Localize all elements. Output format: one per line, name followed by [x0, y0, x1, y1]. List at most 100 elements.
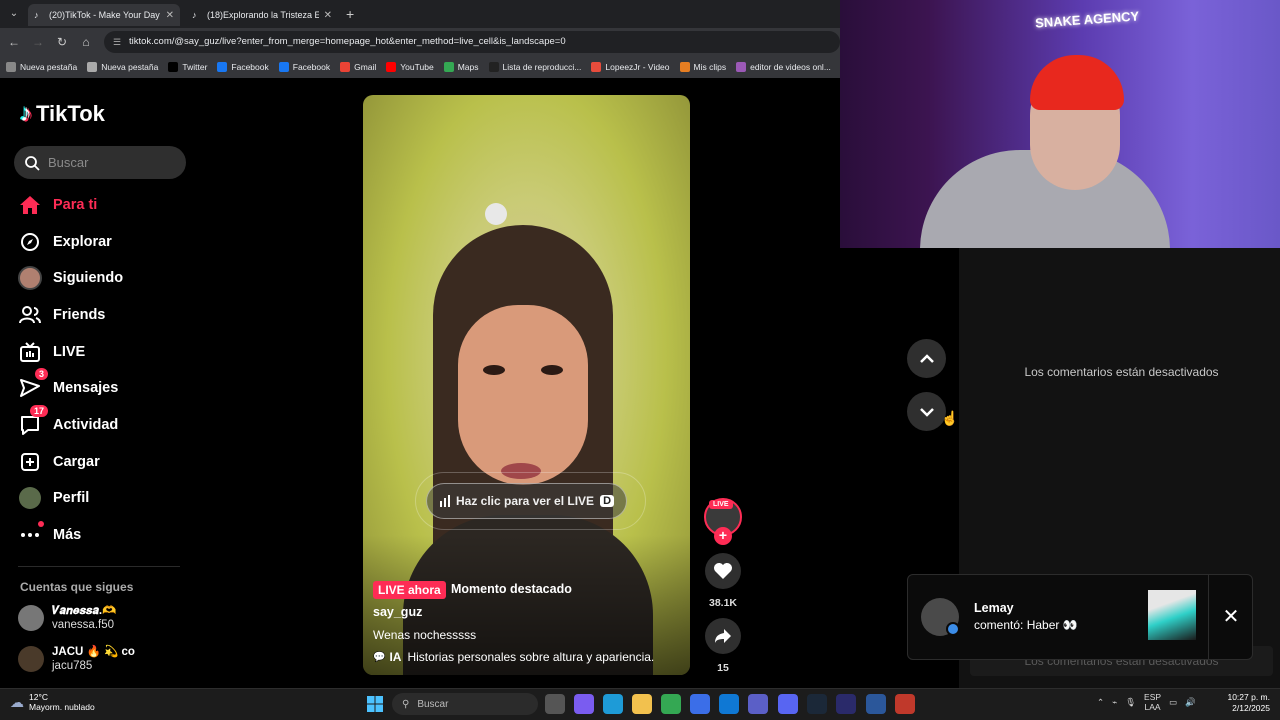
bookmark-item[interactable]: Facebook	[217, 62, 269, 72]
lang-code: ESP	[1144, 692, 1162, 702]
neon-sign: SNAKE AGENCY	[1034, 8, 1140, 31]
sidebar-item-perfil[interactable]: Perfil	[18, 483, 89, 513]
file-explorer-icon[interactable]	[632, 694, 652, 714]
bookmark-favicon-icon	[443, 62, 454, 72]
sidebar-item-mensajes[interactable]: 3 Mensajes	[18, 368, 118, 403]
home-browser-icon[interactable]: ⌂	[78, 34, 94, 50]
sidebar-item-friends[interactable]: Friends	[18, 300, 105, 330]
like-button[interactable]	[705, 553, 741, 589]
bookmark-item[interactable]: editor de videos onl...	[736, 62, 831, 72]
chrome-icon[interactable]	[661, 694, 681, 714]
weather-desc: Mayorm. nublado	[29, 702, 95, 712]
search-icon: ⚲	[402, 698, 410, 710]
display-icon[interactable]: ▭	[1169, 697, 1177, 708]
sidebar-item-mas[interactable]: Más	[18, 520, 81, 550]
watch-live-button[interactable]: Haz clic para ver el LIVE D	[426, 483, 627, 519]
microphone-icon[interactable]: 🎙	[1125, 697, 1136, 708]
tab-tiktok[interactable]: ♪ (20)TikTok - Make Your Day ✕	[28, 4, 180, 26]
sidebar-item-label: Más	[53, 527, 82, 543]
new-tab-button[interactable]: +	[346, 6, 354, 22]
search-icon	[25, 155, 40, 171]
language-indicator[interactable]: ESP LAA	[1144, 692, 1161, 712]
ai-text: Historias personales sobre altura y apar…	[407, 650, 655, 664]
following-item[interactable]: JACU 🔥 💫 co jacu785	[18, 645, 135, 673]
bookmark-item[interactable]: LopeezJr - Video	[591, 62, 670, 72]
game-app-icon[interactable]	[895, 694, 915, 714]
reload-icon[interactable]: ↻	[54, 34, 70, 50]
bookmark-item[interactable]: YouTube	[386, 62, 434, 72]
sidebar-item-label: LIVE	[53, 344, 86, 360]
weather-widget[interactable]: ☁ 12°C Mayorm. nublado	[10, 692, 95, 712]
comments-disabled-message: Los comentarios están desactivados	[1024, 365, 1219, 379]
bookmark-item[interactable]: Facebook	[278, 62, 330, 72]
tab-title: (20)TikTok - Make Your Day	[49, 10, 160, 20]
sidebar-item-label: Perfil	[53, 490, 90, 506]
sidebar-item-siguiendo[interactable]: Siguiendo	[18, 263, 123, 293]
chevron-down-icon	[919, 407, 934, 417]
store-icon[interactable]	[690, 694, 710, 714]
video-caption: Wenas nochesssss	[373, 628, 477, 642]
word-icon[interactable]	[866, 694, 886, 714]
sidebar-item-cargar[interactable]: Cargar	[18, 447, 100, 477]
bookmark-favicon-icon	[87, 62, 98, 72]
steam-icon[interactable]	[807, 694, 827, 714]
follow-plus-button[interactable]: +	[714, 527, 732, 545]
site-info-icon[interactable]: ☰	[113, 31, 121, 53]
search-box[interactable]	[14, 146, 186, 179]
clock[interactable]: 10:27 p. m. 2/12/2025	[1222, 692, 1270, 714]
live-tag: LIVE	[709, 500, 733, 509]
forward-icon[interactable]: →	[30, 34, 46, 50]
back-icon[interactable]: ←	[6, 34, 22, 50]
notification-user: Lemay	[974, 601, 1014, 615]
bookmark-item[interactable]: Gmail	[340, 62, 376, 72]
following-handle: vanessa.f50	[52, 619, 115, 631]
edge-icon[interactable]	[603, 694, 623, 714]
logo-text: TikTok	[36, 101, 105, 126]
bookmark-favicon-icon	[488, 62, 499, 72]
volume-icon[interactable]: 🔊	[1185, 697, 1196, 708]
previous-video-button[interactable]	[907, 339, 946, 378]
bookmark-item[interactable]: Nueva pestaña	[87, 62, 158, 72]
bookmark-item[interactable]: Lista de reproducci...	[488, 62, 581, 72]
clock-date: 2/12/2025	[1232, 703, 1270, 713]
bookmark-label: YouTube	[400, 62, 434, 72]
bookmark-item[interactable]: Twitter	[168, 62, 207, 72]
clock-time: 10:27 p. m.	[1227, 692, 1270, 702]
windows-start-icon[interactable]	[365, 694, 385, 714]
search-input[interactable]	[48, 155, 168, 170]
video-author[interactable]: say_guz	[373, 605, 422, 619]
discord-icon[interactable]	[778, 694, 798, 714]
cloud-icon: ☁	[10, 693, 24, 710]
bookmark-item[interactable]: Mis clips	[679, 62, 726, 72]
sidebar-item-para-ti[interactable]: Para ti	[18, 190, 97, 220]
live-now-badge[interactable]: LIVE ahora	[373, 581, 446, 599]
following-item[interactable]: 𝑽𝒂𝒏𝒆𝒔𝒔𝒂.🫶 vanessa.f50	[18, 604, 116, 632]
video-person-eye	[541, 365, 563, 375]
sidebar-item-actividad[interactable]: 17 Actividad	[18, 405, 118, 440]
outlook-icon[interactable]	[719, 694, 739, 714]
task-view-icon[interactable]	[545, 694, 565, 714]
tab-list-button[interactable]: ⌄	[6, 6, 22, 22]
obs-video-editor-icon[interactable]	[836, 694, 856, 714]
chevron-up-icon[interactable]: ⌃	[1097, 697, 1104, 708]
copilot-icon[interactable]	[574, 694, 594, 714]
share-button[interactable]	[705, 618, 741, 654]
tab-explorando[interactable]: ♪ (18)Explorando la Tristeza Emo ✕	[186, 4, 338, 26]
teams-icon[interactable]	[748, 694, 768, 714]
ai-summary: 💬 IA Historias personales sobre altura y…	[373, 650, 654, 664]
network-icon[interactable]: ⌁	[1112, 697, 1117, 708]
taskbar-search[interactable]: ⚲ Buscar	[392, 693, 538, 715]
close-tab-icon[interactable]: ✕	[166, 10, 174, 21]
bookmark-item[interactable]: Maps	[443, 62, 479, 72]
sidebar-item-label: Friends	[53, 307, 106, 323]
close-tab-icon[interactable]: ✕	[324, 10, 332, 21]
friends-icon	[18, 303, 42, 327]
streamer-webcam-overlay: SNAKE AGENCY	[840, 0, 1280, 248]
notification-badge: 17	[29, 405, 48, 417]
sidebar-item-explorar[interactable]: Explorar	[18, 227, 112, 257]
sidebar-item-live[interactable]: LIVE	[18, 337, 85, 367]
address-bar[interactable]: ☰ tiktok.com/@say_guz/live?enter_from_me…	[104, 31, 840, 53]
bookmark-item[interactable]: Nueva pestaña	[6, 62, 77, 72]
tiktok-logo[interactable]: ♪ TikTok	[20, 100, 105, 128]
close-icon[interactable]: ✕	[1219, 605, 1243, 629]
